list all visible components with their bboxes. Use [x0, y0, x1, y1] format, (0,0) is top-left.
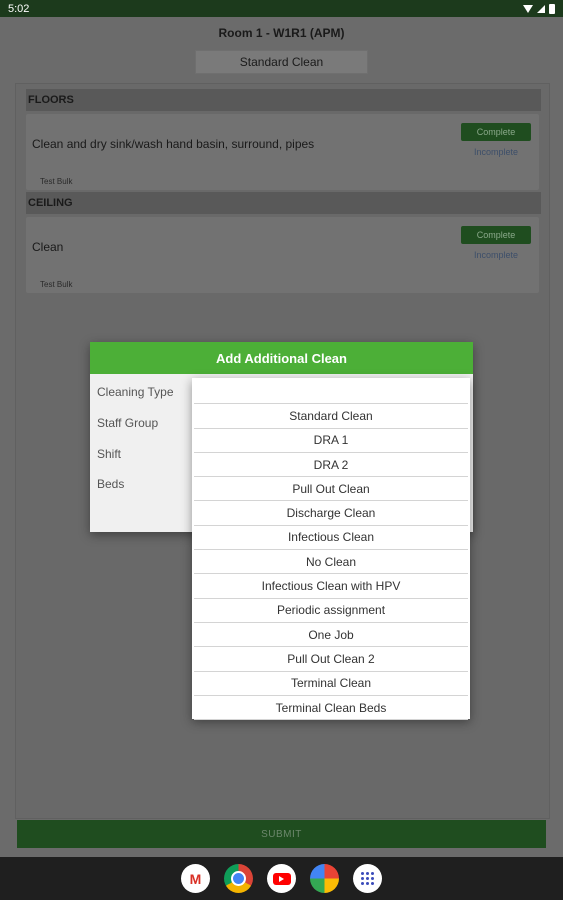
- section-header-ceiling: CEILING: [26, 192, 541, 214]
- dropdown-option[interactable]: DRA 2: [194, 453, 468, 478]
- dropdown-option[interactable]: Infectious Clean: [194, 526, 468, 551]
- wifi-icon: [523, 4, 533, 13]
- section-header-floors: FLOORS: [26, 89, 541, 111]
- submit-button[interactable]: SUBMIT: [17, 820, 546, 848]
- incomplete-button[interactable]: Incomplete: [461, 250, 531, 260]
- youtube-icon[interactable]: [267, 864, 296, 893]
- dropdown-option[interactable]: Discharge Clean: [194, 501, 468, 526]
- dropdown-option-empty[interactable]: [194, 380, 468, 405]
- signal-icon: [537, 4, 545, 13]
- complete-button[interactable]: Complete: [461, 226, 531, 244]
- task-card: Clean and dry sink/wash hand basin, surr…: [26, 114, 539, 190]
- dropdown-option[interactable]: Terminal Clean Beds: [194, 696, 468, 721]
- beds-label: Beds: [97, 477, 125, 491]
- task-tag: Test Bulk: [40, 177, 73, 186]
- shift-label: Shift: [97, 447, 122, 461]
- chrome-icon[interactable]: [224, 864, 253, 893]
- page-title: Room 1 - W1R1 (APM): [218, 26, 345, 40]
- complete-button[interactable]: Complete: [461, 123, 531, 141]
- staff-group-label: Staff Group: [97, 416, 159, 430]
- task-card: Clean Complete Incomplete Test Bulk: [26, 217, 539, 293]
- dropdown-option[interactable]: DRA 1: [194, 429, 468, 453]
- incomplete-button[interactable]: Incomplete: [461, 147, 531, 157]
- clean-type-selector[interactable]: Standard Clean: [195, 50, 368, 74]
- task-tag: Test Bulk: [40, 280, 73, 289]
- dropdown-option[interactable]: One Job: [194, 623, 468, 648]
- cleaning-type-label: Cleaning Type: [97, 385, 174, 399]
- apps-icon[interactable]: [353, 864, 382, 893]
- cleaning-type-dropdown: Standard Clean DRA 1 DRA 2 Pull Out Clea…: [192, 378, 470, 721]
- dropdown-option[interactable]: Pull Out Clean: [194, 477, 468, 502]
- dropdown-option[interactable]: No Clean: [194, 550, 468, 575]
- photos-icon[interactable]: [310, 864, 339, 893]
- dropdown-option[interactable]: Periodic assignment: [194, 599, 468, 623]
- task-text: Clean: [32, 240, 64, 254]
- dropdown-option[interactable]: Pull Out Clean 2: [194, 647, 468, 672]
- dropdown-option[interactable]: Infectious Clean with HPV: [194, 574, 468, 599]
- task-text: Clean and dry sink/wash hand basin, surr…: [32, 137, 315, 151]
- dialog-title: Add Additional Clean: [90, 342, 473, 374]
- app-dock: M: [0, 857, 563, 900]
- status-bar: 5:02: [0, 0, 563, 17]
- dropdown-option[interactable]: Standard Clean: [194, 404, 468, 429]
- status-time: 5:02: [8, 2, 30, 15]
- gmail-icon[interactable]: M: [181, 864, 210, 893]
- dropdown-option[interactable]: Terminal Clean: [194, 672, 468, 696]
- battery-icon: [549, 3, 555, 14]
